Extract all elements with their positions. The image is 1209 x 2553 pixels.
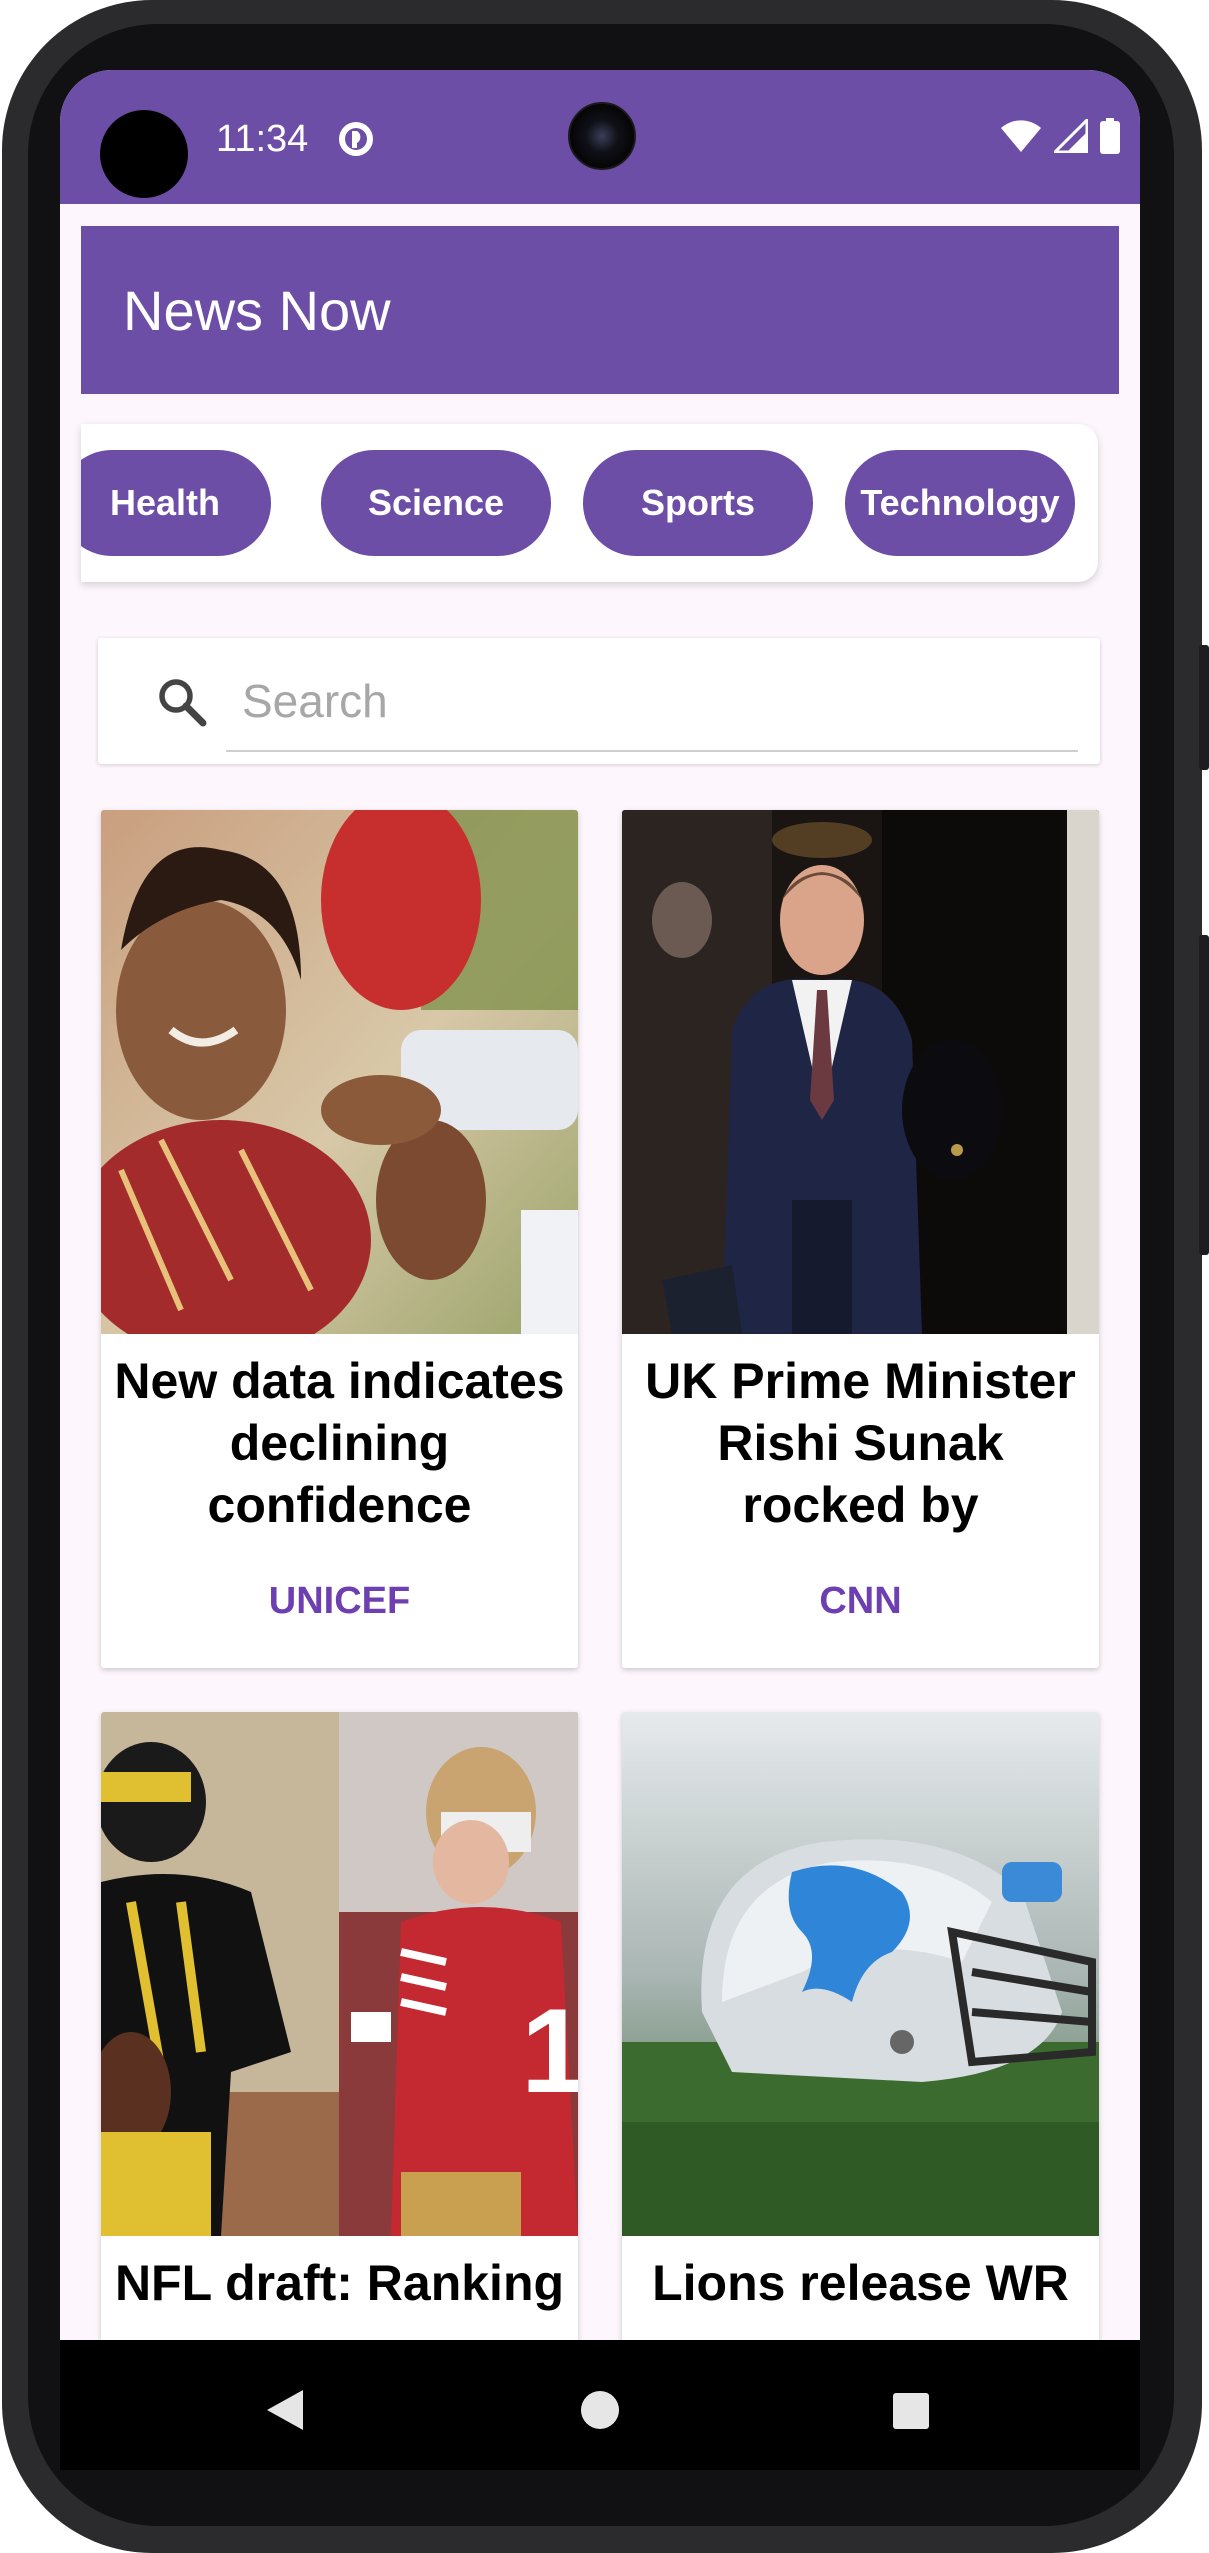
device-frame: 11:34 News Now Health Science Sports Tec… [0, 0, 1209, 2553]
article-image-4 [622, 1712, 1099, 2236]
app-notification-icon [339, 122, 373, 156]
screen: 11:34 News Now Health Science Sports Tec… [60, 70, 1140, 2470]
status-right-icons [1000, 118, 1120, 154]
search-underline [226, 750, 1078, 752]
home-icon[interactable] [580, 2390, 620, 2430]
wifi-icon [1001, 120, 1041, 152]
app-title: News Now [123, 279, 391, 342]
article-title-2: UK Prime Minister Rishi Sunak rocked by … [645, 1353, 1076, 1533]
status-time: 11:34 [216, 118, 309, 160]
article-image-1 [101, 810, 578, 1334]
article-card-1[interactable]: New data indicates declining confidence … [101, 810, 578, 1668]
volume-up-hardware-button [1199, 645, 1209, 770]
status-indicator-dot [100, 110, 188, 198]
lions-helmet-photo [622, 1712, 1099, 2236]
search-input[interactable] [226, 664, 1078, 738]
recents-icon[interactable] [892, 2392, 930, 2430]
article-image-2 [622, 810, 1099, 1334]
status-bar: 11:34 [60, 70, 1140, 204]
app-bar: News Now [81, 226, 1119, 394]
search-bar[interactable] [98, 638, 1100, 764]
article-title-1: New data indicates declining confidence [114, 1353, 565, 1533]
power-hardware-button [1199, 935, 1209, 1255]
svg-text:1: 1 [521, 1984, 578, 2118]
quarterbacks-photo: 1 [101, 1712, 578, 2236]
search-icon [159, 679, 207, 727]
article-image-3: 1 [101, 1712, 578, 2236]
article-source-2: CNN [819, 1580, 902, 1622]
back-icon[interactable] [265, 2388, 305, 2432]
article-card-3[interactable]: 1 NFL draft: Ranking [101, 1712, 578, 2412]
article-source-1: UNICEF [268, 1580, 411, 1622]
category-chip-strip[interactable]: Health Science Sports Technology [81, 424, 1098, 582]
article-card-2[interactable]: UK Prime Minister Rishi Sunak rocked by … [622, 810, 1099, 1668]
system-navigation-bar [60, 2340, 1140, 2470]
category-chip-technology[interactable]: Technology [845, 450, 1075, 556]
category-chip-science[interactable]: Science [321, 450, 551, 556]
category-chip-health[interactable]: Health [81, 450, 271, 556]
article-card-4[interactable]: Lions release WR [622, 1712, 1099, 2412]
cellular-signal-icon [1054, 119, 1088, 153]
battery-icon [1100, 118, 1120, 154]
category-chip-sports[interactable]: Sports [583, 450, 813, 556]
politician-photo [622, 810, 1099, 1334]
vaccination-photo [101, 810, 578, 1334]
front-camera [568, 102, 636, 170]
